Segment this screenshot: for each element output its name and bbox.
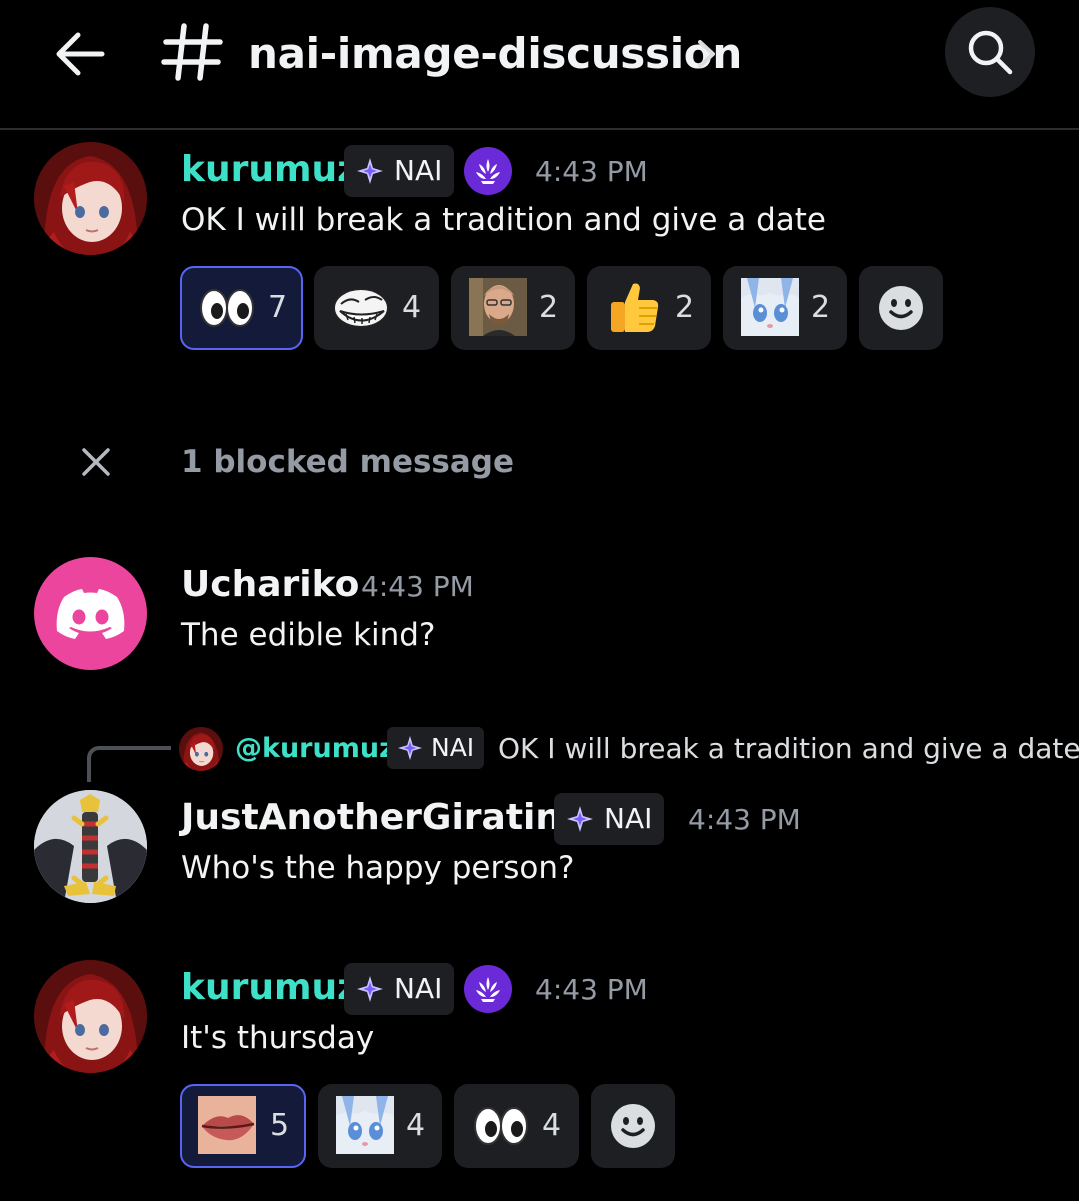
add-reaction-button[interactable] <box>859 266 943 350</box>
thumbs-up-emoji-icon <box>611 283 659 332</box>
close-icon[interactable] <box>76 442 116 482</box>
eyes-emoji-icon <box>198 278 256 336</box>
sparkle-icon <box>356 157 384 185</box>
server-tag[interactable]: NAI <box>344 963 455 1015</box>
timestamp: 4:43 PM <box>361 570 474 603</box>
message-text: It's thursday <box>181 1020 375 1056</box>
chevron-right-icon[interactable] <box>694 36 720 72</box>
timestamp: 4:43 PM <box>688 803 801 836</box>
username[interactable]: kurumuz <box>181 966 358 1010</box>
reaction-count: 2 <box>539 290 559 325</box>
server-tag-label: NAI <box>394 154 443 187</box>
add-reaction-button[interactable] <box>591 1084 675 1168</box>
reaction-gura-face[interactable]: 2 <box>723 266 847 350</box>
username[interactable]: JustAnotherGiratina <box>181 796 585 840</box>
reaction-gura-face[interactable]: 4 <box>318 1084 442 1168</box>
reaction-count: 4 <box>406 1108 426 1143</box>
reaction-count: 4 <box>402 290 422 325</box>
message-text: OK I will break a tradition and give a d… <box>181 202 827 238</box>
reaction-eyes[interactable]: 7 <box>180 266 303 350</box>
sparkle-icon <box>566 805 594 833</box>
trollface-emoji-icon <box>333 288 389 328</box>
eyes-emoji-icon <box>472 1096 530 1154</box>
walter-white-emoji-icon <box>469 278 527 336</box>
avatar[interactable] <box>34 790 147 903</box>
reaction-count: 4 <box>542 1108 562 1143</box>
reaction-count: 2 <box>811 290 831 325</box>
novelai-badge-icon[interactable] <box>464 147 512 195</box>
reaction-count: 7 <box>268 290 288 325</box>
back-arrow-icon[interactable] <box>52 26 108 82</box>
reaction-thumbs-up[interactable]: 2 <box>587 266 711 350</box>
reply-connector <box>87 746 171 782</box>
discord-logo-icon <box>56 589 125 639</box>
reaction-trollface[interactable]: 4 <box>314 266 439 350</box>
sparkle-icon <box>397 735 423 761</box>
novelai-badge-icon[interactable] <box>464 965 512 1013</box>
channel-name[interactable]: nai-image-discussion <box>248 26 742 82</box>
server-tag-label: NAI <box>394 972 443 1005</box>
avatar[interactable] <box>34 960 147 1073</box>
gura-face-emoji-icon <box>741 278 799 336</box>
reply-avatar[interactable] <box>179 727 223 771</box>
server-tag-label: NAI <box>604 802 653 835</box>
server-tag[interactable]: NAI <box>344 145 455 197</box>
message-text: Who's the happy person? <box>181 850 575 886</box>
avatar[interactable] <box>34 142 147 255</box>
reply-author[interactable]: @kurumuz <box>235 730 395 768</box>
server-tag[interactable]: NAI <box>554 793 665 845</box>
reaction-lips-closeup[interactable]: 5 <box>180 1084 306 1168</box>
username[interactable]: kurumuz <box>181 148 358 192</box>
reaction-count: 5 <box>270 1108 290 1143</box>
reply-preview-text[interactable]: OK I will break a tradition and give a d… <box>498 729 1079 769</box>
sparkle-icon <box>356 975 384 1003</box>
hash-icon <box>160 20 224 84</box>
search-icon <box>968 30 1013 75</box>
reply-server-tag[interactable]: NAI <box>387 727 485 769</box>
add-reaction-icon <box>609 1102 657 1150</box>
search-button[interactable] <box>945 7 1035 97</box>
giratina-avatar-icon <box>34 790 147 903</box>
blocked-message-label[interactable]: 1 blocked message <box>181 440 514 484</box>
reply-server-tag-label: NAI <box>431 733 475 762</box>
reaction-count: 2 <box>675 290 695 325</box>
timestamp: 4:43 PM <box>535 973 648 1006</box>
gura-face-emoji-icon <box>336 1096 394 1154</box>
timestamp: 4:43 PM <box>535 155 648 188</box>
lips-closeup-emoji-icon <box>198 1096 256 1154</box>
channel-header: nai-image-discussion <box>0 0 1079 130</box>
message-text: The edible kind? <box>181 617 436 653</box>
username[interactable]: Uchariko <box>181 563 359 607</box>
avatar[interactable] <box>34 557 147 670</box>
add-reaction-icon <box>877 284 925 332</box>
reaction-eyes[interactable]: 4 <box>454 1084 579 1168</box>
reaction-walter-white[interactable]: 2 <box>451 266 575 350</box>
